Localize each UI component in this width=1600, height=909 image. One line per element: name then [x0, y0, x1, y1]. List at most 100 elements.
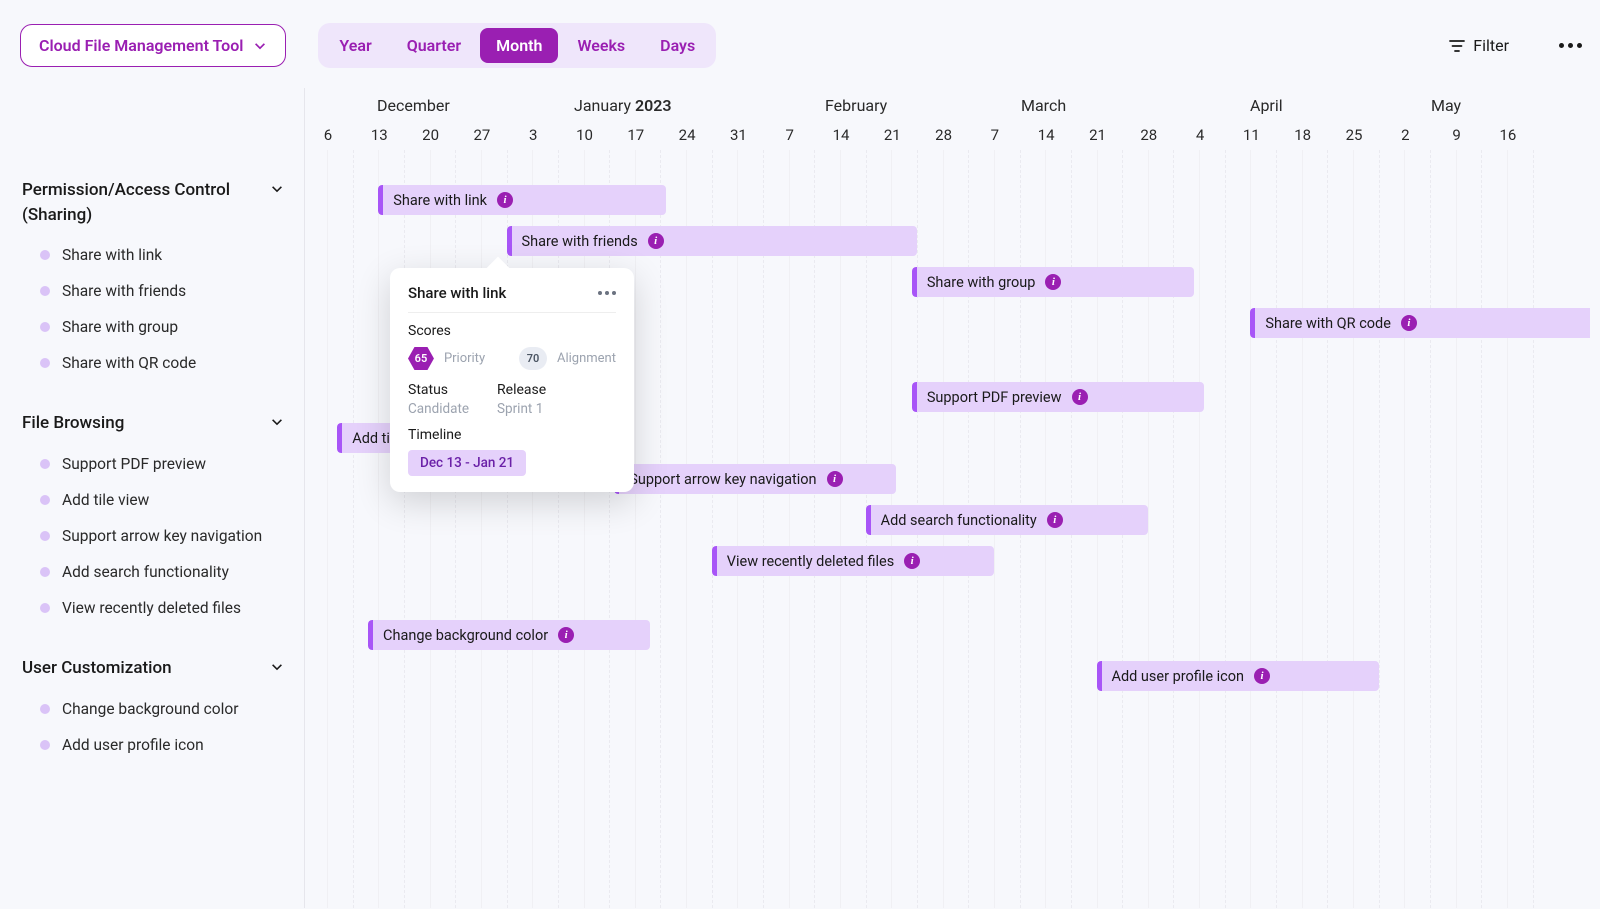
- bullet-icon: [40, 250, 50, 260]
- sidebar-item[interactable]: Share with link: [22, 237, 304, 273]
- more-menu[interactable]: [1551, 35, 1590, 56]
- bullet-icon: [40, 459, 50, 469]
- day-label: 7: [779, 126, 801, 144]
- view-month[interactable]: Month: [480, 28, 558, 63]
- timeline-value[interactable]: Dec 13 - Jan 21: [408, 450, 526, 476]
- gantt-bar[interactable]: Change background color i: [368, 620, 650, 650]
- info-icon[interactable]: i: [648, 233, 664, 249]
- sidebar-item-label: Add user profile icon: [62, 736, 204, 754]
- popover-scores-label: Scores: [408, 323, 616, 339]
- gantt-bar-label: Change background color: [383, 627, 548, 644]
- view-quarter[interactable]: Quarter: [391, 28, 477, 63]
- chevron-down-icon: [270, 182, 284, 196]
- day-label: 3: [522, 126, 544, 144]
- sidebar-item-label: Add tile view: [62, 491, 149, 509]
- gantt-bar-label: Share with link: [393, 192, 487, 209]
- day-label: 28: [933, 126, 955, 144]
- sidebar-item[interactable]: Add user profile icon: [22, 727, 304, 763]
- bullet-icon: [40, 495, 50, 505]
- day-label: 13: [368, 126, 390, 144]
- info-icon[interactable]: i: [558, 627, 574, 643]
- info-icon[interactable]: i: [497, 192, 513, 208]
- view-weeks[interactable]: Weeks: [561, 28, 641, 63]
- day-label: 6: [317, 126, 339, 144]
- popover-scores: 65 Priority 70 Alignment: [408, 347, 616, 370]
- sidebar-item[interactable]: Share with group: [22, 309, 304, 345]
- project-selector[interactable]: Cloud File Management Tool: [20, 24, 286, 67]
- day-label: 4: [1189, 126, 1211, 144]
- alignment-score-badge: 70: [519, 347, 547, 370]
- group-header[interactable]: Permission/Access Control (Sharing): [22, 168, 304, 237]
- day-label: 16: [1497, 126, 1519, 144]
- gantt-bar[interactable]: Support PDF previewi: [912, 382, 1204, 412]
- sidebar-item[interactable]: Support PDF preview: [22, 446, 304, 482]
- gantt-bar[interactable]: Add search functionalityi: [866, 505, 1148, 535]
- sidebar-item[interactable]: Add tile view: [22, 482, 304, 518]
- bullet-icon: [40, 603, 50, 613]
- month-label: February: [825, 96, 887, 115]
- day-label: 9: [1446, 126, 1468, 144]
- gantt-bar[interactable]: Support arrow key navigation i: [614, 464, 896, 494]
- day-label: 11: [1240, 126, 1262, 144]
- day-label: 27: [471, 126, 493, 144]
- sidebar-item-label: Share with link: [62, 246, 162, 264]
- info-icon[interactable]: i: [827, 471, 843, 487]
- project-name: Cloud File Management Tool: [39, 36, 243, 55]
- month-label: March: [1021, 96, 1066, 115]
- gantt-bar[interactable]: Share with friends i: [507, 226, 917, 256]
- group-title: User Customization: [22, 656, 172, 681]
- gantt-bar[interactable]: Add user profile iconi: [1097, 661, 1379, 691]
- popover-more-menu[interactable]: [598, 291, 616, 295]
- status-label: Status: [408, 382, 469, 398]
- task-popover: Share with link Scores 65 Priority 70 Al…: [390, 268, 634, 492]
- info-icon[interactable]: i: [1254, 668, 1270, 684]
- timeline-label: Timeline: [408, 427, 616, 443]
- sidebar-item-label: Support arrow key navigation: [62, 527, 262, 545]
- bullet-icon: [40, 704, 50, 714]
- gantt-bar-label: Support arrow key navigation: [629, 471, 816, 488]
- sidebar-item[interactable]: Share with friends: [22, 273, 304, 309]
- sidebar-item[interactable]: Change background color: [22, 691, 304, 727]
- sidebar-item[interactable]: Add search functionality: [22, 554, 304, 590]
- month-label: January 2023: [574, 96, 672, 115]
- gantt-bar-label: Share with friends: [522, 233, 638, 250]
- popover-title: Share with link: [408, 284, 506, 302]
- month-label: December: [377, 96, 450, 115]
- group-header[interactable]: File Browsing: [22, 401, 304, 446]
- gantt-bar[interactable]: Share with link i: [378, 185, 665, 215]
- gantt-bar[interactable]: Share with QR codei: [1250, 308, 1590, 338]
- view-days[interactable]: Days: [644, 28, 711, 63]
- gantt-bar[interactable]: View recently deleted filesi: [712, 546, 994, 576]
- day-label: 18: [1292, 126, 1314, 144]
- bullet-icon: [40, 358, 50, 368]
- day-label: 7: [984, 126, 1006, 144]
- alignment-score-label: Alignment: [557, 351, 616, 366]
- sidebar-item[interactable]: Share with QR code: [22, 345, 304, 381]
- group-title: File Browsing: [22, 411, 124, 436]
- sidebar-item[interactable]: View recently deleted files: [22, 590, 304, 626]
- bullet-icon: [40, 567, 50, 577]
- day-label: 2: [1394, 126, 1416, 144]
- bullet-icon: [40, 286, 50, 296]
- info-icon[interactable]: i: [1047, 512, 1063, 528]
- view-switch: Year Quarter Month Weeks Days: [318, 23, 716, 68]
- group-header[interactable]: User Customization: [22, 646, 304, 691]
- filter-button[interactable]: Filter: [1439, 30, 1519, 61]
- month-label: May: [1431, 96, 1461, 115]
- gantt-bar[interactable]: Share with group i: [912, 267, 1194, 297]
- info-icon[interactable]: i: [1045, 274, 1061, 290]
- view-year[interactable]: Year: [323, 28, 387, 63]
- info-icon[interactable]: i: [1072, 389, 1088, 405]
- info-icon[interactable]: i: [1401, 315, 1417, 331]
- bullet-icon: [40, 740, 50, 750]
- month-label: April: [1250, 96, 1283, 115]
- day-label: 14: [830, 126, 852, 144]
- content: Permission/Access Control (Sharing) Share…: [20, 88, 1590, 908]
- priority-score-label: Priority: [444, 351, 485, 366]
- info-icon[interactable]: i: [904, 553, 920, 569]
- sidebar-item[interactable]: Support arrow key navigation: [22, 518, 304, 554]
- day-label: 10: [574, 126, 596, 144]
- sidebar-item-label: Add search functionality: [62, 563, 229, 581]
- sidebar-item-label: Change background color: [62, 700, 239, 718]
- gantt-bar-label: Share with group: [927, 274, 1036, 291]
